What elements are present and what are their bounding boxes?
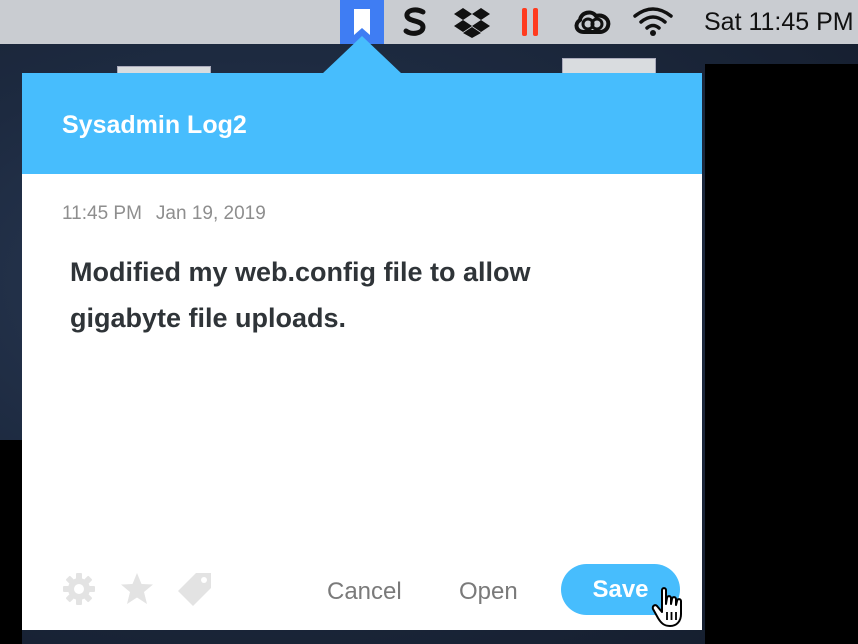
creative-cloud-icon [574,10,611,34]
settings-button[interactable] [60,570,98,608]
dropbox-menu-item[interactable] [452,0,492,44]
open-button[interactable]: Open [459,578,518,606]
bookmark-icon [354,9,370,35]
tag-icon [178,573,211,606]
dropbox-icon [454,8,490,38]
creative-cloud-menu-item[interactable] [570,0,614,44]
scrivener-s-icon [403,7,426,36]
wifi-menu-item[interactable] [632,0,674,44]
entry-time: 11:45 PM [62,203,142,224]
tag-button[interactable] [176,570,214,608]
star-icon [121,573,153,604]
cancel-button[interactable]: Cancel [327,578,402,606]
pause-icon [522,8,538,36]
popover-header: Sysadmin Log2 [22,73,702,174]
popover-arrow [322,36,402,74]
entry-timestamp: 11:45 PM Jan 19, 2019 [62,203,266,225]
scrivener-menu-item[interactable] [398,0,432,44]
entry-text-area[interactable]: Modified my web.config file to allow gig… [70,249,590,341]
hand-cursor-icon [651,587,682,627]
pause-menu-item[interactable] [517,0,543,44]
entry-date: Jan 19, 2019 [155,203,266,224]
gear-icon [63,573,95,605]
log-entry-popover: Sysadmin Log2 11:45 PM Jan 19, 2019 Modif… [22,73,702,630]
menu-bar: Sat 11:45 PM [0,0,858,44]
wifi-icon [633,7,673,36]
background-window [0,440,22,644]
log-title[interactable]: Sysadmin Log2 [62,111,247,140]
background-window [705,64,858,644]
favorite-button[interactable] [118,570,156,608]
menu-bar-clock[interactable]: Sat 11:45 PM [704,8,854,37]
